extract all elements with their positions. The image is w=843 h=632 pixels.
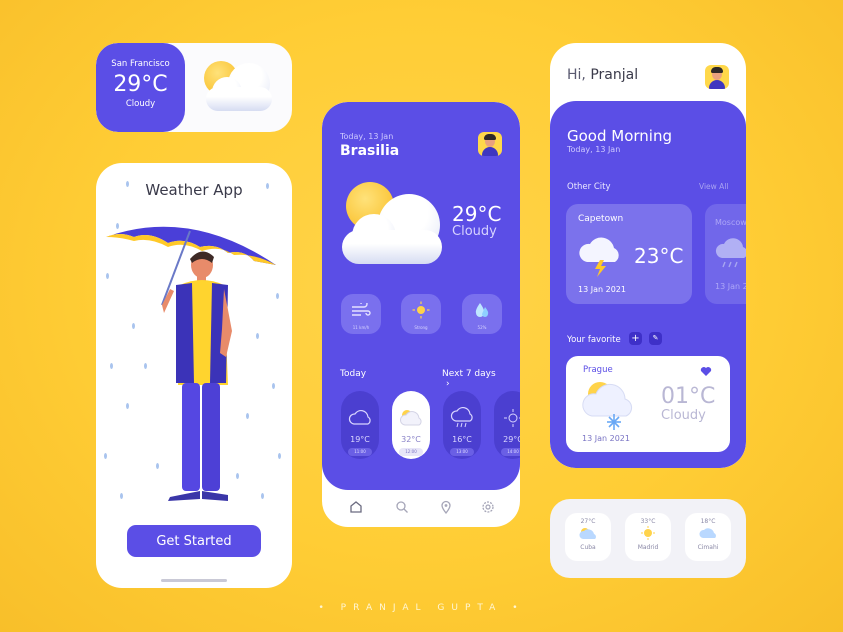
user-name: Pranjal [590,67,639,83]
today-label: Today [340,369,367,379]
city-name: Moscow [715,218,746,227]
hour-time: 12:00 [399,448,423,456]
mini-card-cuba[interactable]: 27°C Cuba [565,513,611,561]
widget-temp: 29°C [113,72,168,97]
storm-cloud-icon [579,237,619,277]
designer-credit: • PRANJAL GUPTA • [318,603,525,613]
edit-favorite-button[interactable]: ✎ [649,332,662,345]
search-icon[interactable] [395,500,409,514]
mini-card-cimahi[interactable]: 18°C Cimahi [685,513,731,561]
hour-temp: 16°C [452,435,472,444]
next-7-days-link[interactable]: Next 7 days › [442,369,506,389]
snow-cloud-icon [582,382,633,430]
home-city: Brasilia [340,143,400,159]
cloud-sun-icon [202,59,276,111]
your-favorite-label: Your favorite [567,335,621,345]
mini-city-widget: 27°C Cuba 33°C Madrid 18°C Cimahi [550,499,746,578]
favorite-card-prague[interactable]: Prague 01°C Cloudy 13 Jan 2021 [566,356,730,452]
sun-icon [412,301,430,319]
mini-city: Madrid [637,544,659,551]
hour-temp: 19°C [350,435,370,444]
cloud-icon [699,528,716,538]
mini-city: Cimahi [697,544,719,551]
rain-icon [450,406,473,428]
wind-icon [352,300,371,316]
hour-card[interactable]: 16°C 13:00 [443,391,481,459]
cities-screen: Hi, Pranjal Good Morning Today, 13 Jan O… [550,43,746,468]
avatar[interactable] [478,132,502,156]
uv-stat: Strong [401,294,441,334]
cloud-icon [348,409,371,425]
hour-card-active[interactable]: 32°C 12:00 [392,391,430,459]
greeting-prefix: Hi, [567,67,586,83]
city-temp: 23°C [634,244,684,268]
home-date: Today, 13 Jan [340,132,394,141]
city-date: 13 Jan 2021 [715,282,746,291]
favorite-date: 13 Jan 2021 [582,434,630,443]
hour-temp: 29°C [503,435,520,444]
chevron-right-icon: › [446,379,450,389]
hour-time: 13:00 [450,448,474,456]
settings-icon[interactable] [481,500,495,514]
cloud-sun-icon [340,182,444,264]
city-date: 13 Jan 2021 [578,285,626,294]
home-temp: 29°C [452,202,502,226]
humidity-icon [475,303,489,317]
hour-card[interactable]: 29°C 14:00 [494,391,520,459]
bottom-nav [322,500,520,520]
favorite-condition: Cloudy [661,408,706,423]
weather-widget[interactable]: San Francisco 29°C Cloudy [96,43,292,132]
mini-card-madrid[interactable]: 33°C Madrid [625,513,671,561]
home-indicator [161,579,227,582]
widget-condition: Cloudy [125,99,156,109]
sun-icon [504,409,520,427]
cloud-sun-icon [399,410,422,426]
home-screen: Today, 13 Jan Brasilia 29°C Cloudy 11 km… [322,102,520,527]
widget-city: San Francisco [111,59,170,69]
favorite-temp: 01°C [661,384,716,409]
city-name: Capetown [578,214,624,224]
good-morning-title: Good Morning [567,127,672,145]
cities-panel: Good Morning Today, 13 Jan Other City Vi… [550,101,746,468]
mini-temp: 18°C [700,518,716,525]
hour-time: 11:00 [348,448,372,456]
location-icon[interactable] [439,500,453,514]
add-favorite-button[interactable]: + [629,332,642,345]
humidity-stat: 52% [462,294,502,334]
wind-stat: 11 km/h [341,294,381,334]
other-city-label: Other City [567,182,611,192]
greeting: Hi, Pranjal [567,67,638,83]
heart-icon[interactable] [700,366,712,377]
mini-temp: 33°C [640,518,656,525]
hour-time: 14:00 [501,448,520,456]
home-weather-panel: Today, 13 Jan Brasilia 29°C Cloudy 11 km… [322,102,520,490]
wind-value: 11 km/h [352,325,370,330]
avatar[interactable] [705,65,729,89]
person-umbrella-illustration [106,226,276,501]
next-7-days-label: Next 7 days [442,369,496,379]
home-condition: Cloudy [452,224,497,239]
hour-card[interactable]: 19°C 11:00 [341,391,379,459]
view-all-link[interactable]: View All [699,182,728,191]
mini-temp: 27°C [580,518,596,525]
mini-city: Cuba [580,544,596,551]
widget-temp-panel: San Francisco 29°C Cloudy [96,43,185,132]
uv-value: Strong [414,325,428,330]
favorite-city: Prague [583,365,613,375]
city-card-moscow[interactable]: Moscow 13 Jan 2021 [705,204,746,304]
humidity-value: 52% [477,325,487,330]
sun-icon [641,526,655,540]
home-icon[interactable] [349,500,363,514]
cloud-sun-icon [579,528,596,539]
city-card-capetown[interactable]: Capetown 23°C 13 Jan 2021 [566,204,692,304]
hour-temp: 32°C [401,435,421,444]
rain-cloud-icon [715,238,746,268]
get-started-button[interactable]: Get Started [127,525,261,557]
onboarding-screen: Weather App Get Started [96,163,292,588]
cities-date: Today, 13 Jan [567,145,621,154]
